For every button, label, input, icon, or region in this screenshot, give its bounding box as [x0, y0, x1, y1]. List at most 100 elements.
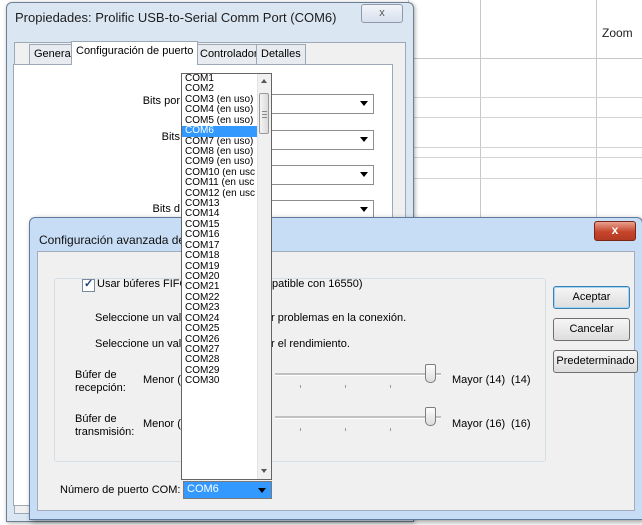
dropdown-option[interactable]: COM23 [182, 303, 257, 313]
bits-per-second-label: Bits por [142, 95, 180, 107]
ok-button[interactable]: Aceptar [553, 286, 630, 309]
slider-tick [345, 385, 346, 388]
dropdown-option[interactable]: COM21 [182, 282, 257, 292]
transmit-buffer-label-line2: transmisión: [75, 426, 135, 438]
receive-slider-track [275, 373, 441, 376]
slider-tick [300, 428, 301, 431]
parity-select[interactable] [262, 165, 374, 185]
slider-tick [390, 385, 391, 388]
chevron-down-icon [258, 488, 266, 493]
tab-details[interactable]: Detalles [256, 44, 306, 64]
dropdown-option[interactable]: COM12 (en usc [182, 189, 257, 199]
stop-bits-label: Bits d [152, 203, 180, 215]
tab-port-settings[interactable]: Configuración de puerto [71, 41, 199, 65]
dropdown-option[interactable]: COM22 [182, 293, 257, 303]
low-value-hint: Seleccione un valo [95, 312, 188, 324]
data-bits-label: Bits [161, 131, 180, 143]
slider-tick [345, 428, 346, 431]
receive-slider-thumb[interactable] [425, 364, 436, 383]
tab-label: General [34, 48, 74, 60]
background-divider [596, 0, 597, 218]
zoom-column-header[interactable]: Zoom [602, 26, 633, 40]
scroll-up-icon[interactable] [261, 79, 267, 83]
dropdown-option[interactable]: COM15 [182, 220, 257, 230]
dropdown-option[interactable]: COM6 [182, 126, 257, 137]
chevron-down-icon [360, 172, 368, 177]
scrollbar-thumb[interactable] [259, 93, 269, 134]
dropdown-option[interactable]: COM14 [182, 209, 257, 219]
dropdown-scrollbar[interactable] [257, 74, 271, 479]
dropdown-option[interactable]: COM7 (en uso) [182, 137, 257, 147]
scroll-down-icon[interactable] [261, 469, 267, 473]
tab-label: Configuración de puerto [76, 45, 194, 57]
low-value-hint-suffix: r problemas en la conexión. [271, 312, 407, 324]
fifo-checkbox[interactable]: ✓ [82, 278, 95, 292]
dropdown-option[interactable]: COM9 (en uso) [182, 157, 257, 167]
dropdown-option[interactable]: COM26 [182, 335, 257, 345]
chevron-down-icon [360, 137, 368, 142]
dropdown-option[interactable]: COM19 [182, 262, 257, 272]
dropdown-option[interactable]: COM17 [182, 241, 257, 251]
dropdown-option[interactable]: COM1 [182, 74, 257, 84]
dropdown-option[interactable]: COM30 [182, 376, 257, 386]
receive-value: (14) [511, 374, 531, 386]
dropdown-option[interactable]: COM29 [182, 366, 257, 376]
dropdown-option[interactable]: COM3 (en uso) [182, 95, 257, 105]
advanced-close-button[interactable]: x [594, 221, 636, 241]
properties-close-button[interactable]: x [361, 4, 403, 23]
transmit-buffer-label: Búfer de [75, 413, 117, 425]
background-row-line [408, 157, 642, 158]
fifo-checkbox-label: Usar búferes FIFO [97, 278, 189, 290]
background-row-line [408, 147, 642, 148]
grip-line [262, 111, 267, 112]
background-row-line [408, 178, 642, 179]
slider-tick [300, 385, 301, 388]
dropdown-option[interactable]: COM10 (en usc [182, 168, 257, 178]
chevron-down-icon [360, 207, 368, 212]
com-port-number-value: COM6 [187, 483, 219, 495]
com-port-dropdown-list[interactable]: COM1 COM2 COM3 (en uso) COM4 (en uso) COM5 (… [181, 73, 272, 480]
com-port-number-select[interactable]: COM6 [183, 481, 272, 499]
dropdown-option[interactable]: COM5 (en uso) [182, 116, 257, 126]
properties-window-title: Propiedades: Prolific USB-to-Serial Comm… [15, 10, 337, 25]
transmit-slider-track [275, 416, 441, 419]
dropdown-option[interactable]: COM13 [182, 199, 257, 209]
cancel-button[interactable]: Cancelar [553, 318, 630, 341]
tab-driver[interactable]: Controlador [195, 44, 263, 64]
grip-line [262, 114, 267, 115]
high-value-hint: Seleccione un valo [95, 338, 188, 350]
slider-tick [390, 428, 391, 431]
dropdown-option[interactable]: COM28 [182, 355, 257, 365]
checkmark-icon: ✓ [84, 278, 94, 290]
close-icon: x [379, 7, 385, 19]
high-value-hint-suffix: r el rendimiento. [271, 338, 350, 350]
bits-per-second-select[interactable] [262, 94, 374, 114]
tab-label: Controlador [200, 48, 258, 60]
advanced-dialog-title: Configuración avanzada de [39, 233, 186, 247]
dropdown-option[interactable]: COM2 [182, 84, 257, 94]
background-divider [480, 0, 481, 218]
transmit-slider-thumb[interactable] [425, 407, 436, 426]
dropdown-option[interactable]: COM27 [182, 345, 257, 355]
dropdown-option[interactable]: COM16 [182, 230, 257, 240]
dropdown-option[interactable]: COM20 [182, 272, 257, 282]
data-bits-select[interactable] [262, 130, 374, 150]
dropdown-option[interactable]: COM25 [182, 324, 257, 334]
restore-defaults-button[interactable]: Predeterminado [553, 350, 638, 373]
grip-line [262, 117, 267, 118]
dropdown-option[interactable]: COM18 [182, 251, 257, 261]
dropdown-option[interactable]: COM11 (en usc [182, 178, 257, 188]
dropdown-option[interactable]: COM24 [182, 314, 257, 324]
receive-buffer-label-line2: recepción: [75, 382, 126, 394]
transmit-max-label: Mayor (16) [452, 418, 506, 430]
background-row-line [408, 117, 642, 118]
dropdown-option[interactable]: COM4 (en uso) [182, 105, 257, 115]
close-icon: x [611, 223, 619, 237]
receive-max-label: Mayor (14) [452, 374, 506, 386]
dropdown-option[interactable]: COM8 (en uso) [182, 147, 257, 157]
background-row-line [408, 97, 642, 98]
transmit-value: (16) [511, 418, 531, 430]
fifo-checkbox-label-suffix: patible con 16550) [272, 278, 363, 290]
chevron-down-icon [360, 101, 368, 106]
com-port-number-label: Número de puerto COM: [60, 484, 181, 496]
